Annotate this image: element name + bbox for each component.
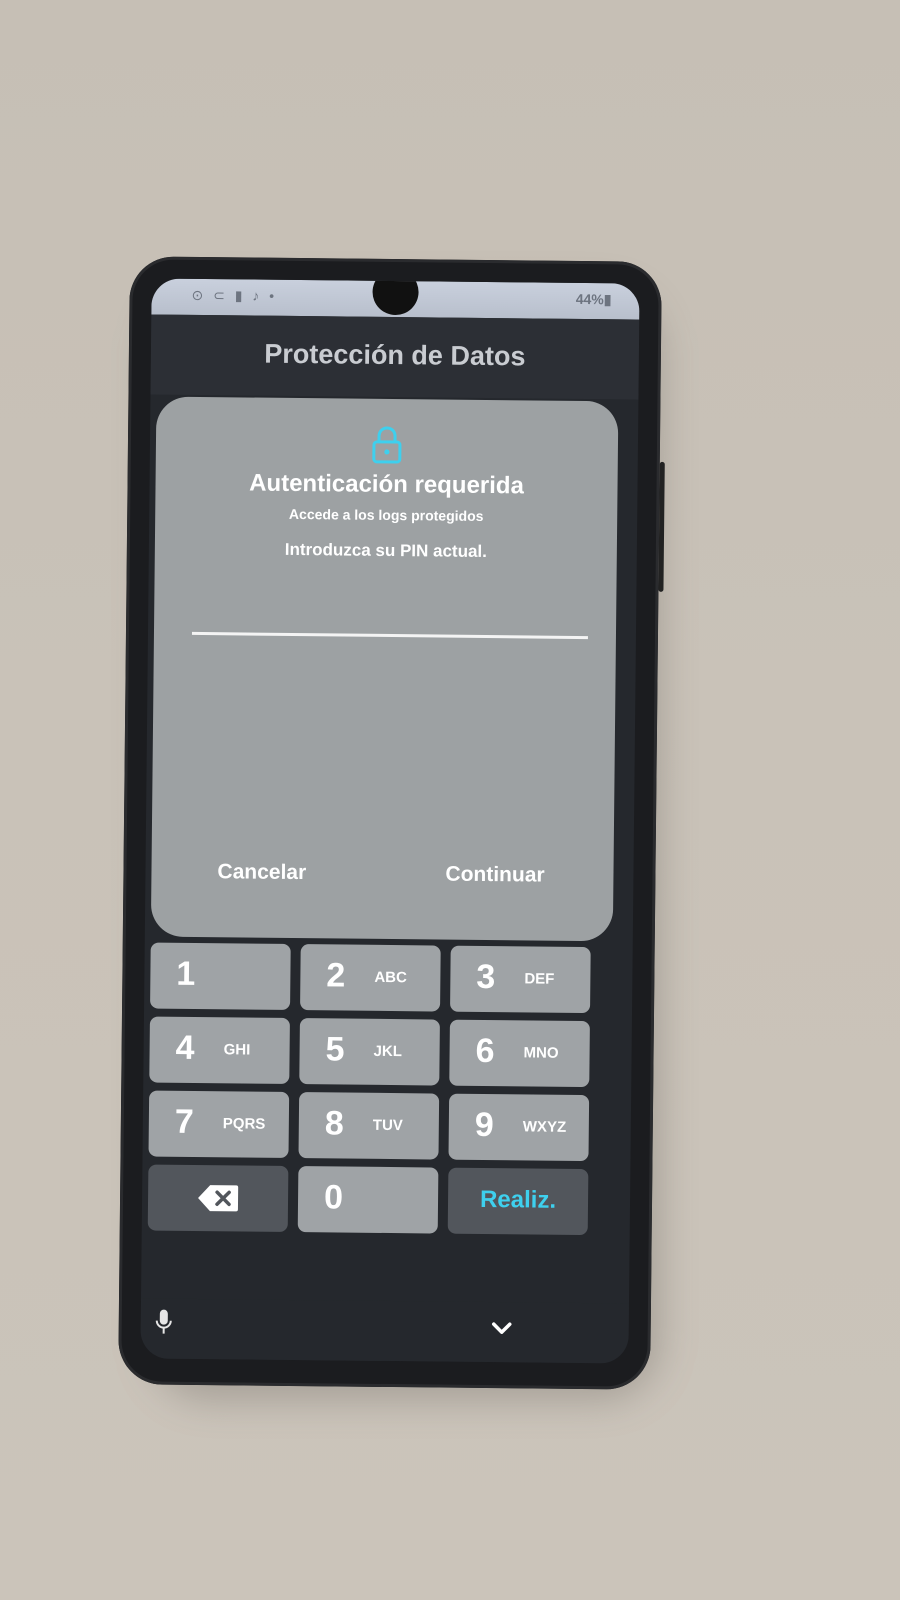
- key-digit: 3: [476, 957, 496, 997]
- side-button: [658, 461, 665, 592]
- key-1[interactable]: 1: [150, 942, 291, 1010]
- keyboard-bottom-bar: [140, 1298, 629, 1364]
- dialog-subtitle: Accede a los logs protegidos: [288, 505, 484, 524]
- key-8[interactable]: 8 TUV: [298, 1092, 440, 1160]
- key-0[interactable]: 0: [297, 1166, 439, 1234]
- dialog-title: Autenticación requerida: [249, 469, 525, 500]
- camera-notch: [372, 278, 419, 316]
- cancel-button[interactable]: Cancelar: [211, 859, 312, 886]
- key-letters: PQRS: [222, 1115, 266, 1133]
- pin-input[interactable]: [191, 601, 589, 640]
- key-7[interactable]: 7 PQRS: [148, 1090, 290, 1158]
- key-digit: 6: [475, 1031, 495, 1071]
- done-label: Realiz.: [479, 1185, 557, 1214]
- key-digit: 2: [326, 956, 346, 995]
- continue-button[interactable]: Continuar: [439, 862, 550, 889]
- key-digit: 0: [323, 1178, 344, 1217]
- key-letters: WXYZ: [522, 1118, 567, 1136]
- key-letters: TUV: [372, 1116, 403, 1135]
- key-4[interactable]: 4 GHI: [149, 1016, 290, 1084]
- numeric-keypad: 1 2 ABC 3 DEF 4 GHI 5 JKL 6 MNO 7 PQRS 8 TUV 9 W…: [147, 942, 627, 1236]
- key-letters: DEF: [524, 970, 555, 988]
- microphone-icon[interactable]: [155, 1309, 173, 1337]
- status-bar: ⊙ ⊂ ▮ ♪ • 44%▮: [151, 278, 640, 320]
- key-letters: MNO: [523, 1044, 559, 1062]
- battery-indicator: 44%▮: [575, 290, 612, 308]
- key-digit: 7: [174, 1102, 194, 1141]
- dialog-prompt: Introduzca su PIN actual.: [284, 539, 488, 561]
- status-icons: ⊙ ⊂ ▮ ♪ •: [191, 286, 278, 304]
- lock-icon: [372, 426, 402, 464]
- key-digit: 1: [176, 954, 196, 993]
- key-digit: 8: [324, 1104, 344, 1143]
- key-9[interactable]: 9 WXYZ: [448, 1093, 590, 1162]
- app-title: Protección de Datos: [150, 314, 640, 400]
- key-digit: 9: [474, 1105, 494, 1145]
- key-digit: 5: [325, 1030, 345, 1069]
- chevron-down-icon[interactable]: [491, 1320, 513, 1336]
- key-3[interactable]: 3 DEF: [450, 945, 591, 1014]
- key-2[interactable]: 2 ABC: [300, 944, 441, 1012]
- key-6[interactable]: 6 MNO: [449, 1019, 590, 1088]
- auth-dialog: Autenticación requerida Accede a los log…: [150, 396, 619, 942]
- phone-device: ⊙ ⊂ ▮ ♪ • 44%▮ Protección de Datos Auten…: [118, 256, 665, 1390]
- key-5[interactable]: 5 JKL: [299, 1018, 440, 1086]
- done-key[interactable]: Realiz.: [447, 1167, 589, 1236]
- backspace-key[interactable]: [147, 1164, 289, 1232]
- key-letters: GHI: [223, 1041, 251, 1059]
- key-digit: 4: [175, 1028, 195, 1067]
- key-letters: JKL: [373, 1042, 403, 1061]
- backspace-icon: [198, 1185, 239, 1212]
- key-letters: ABC: [374, 968, 407, 987]
- phone-screen: ⊙ ⊂ ▮ ♪ • 44%▮ Protección de Datos Auten…: [140, 278, 640, 1364]
